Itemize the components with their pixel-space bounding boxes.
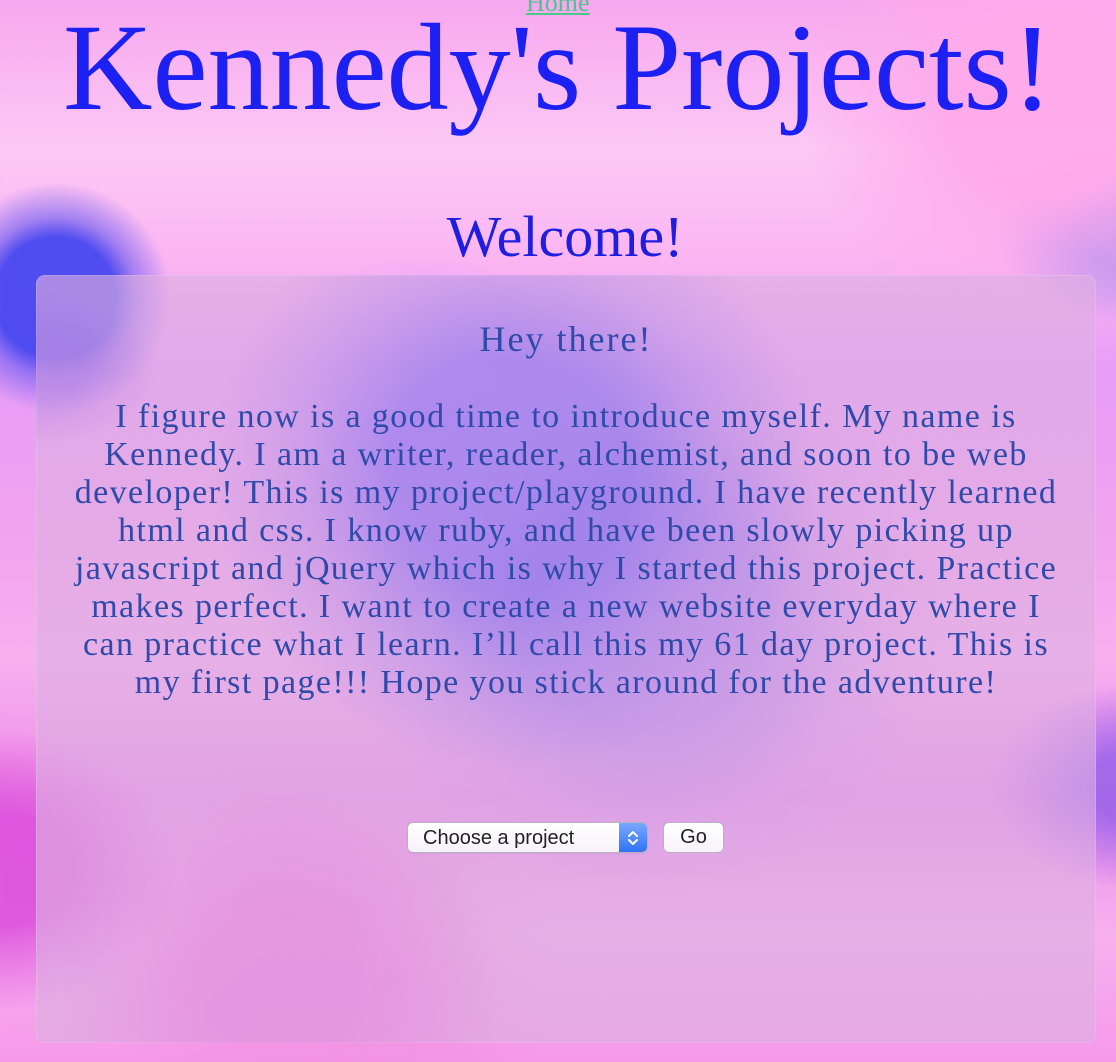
project-select[interactable]: Choose a project [407,822,648,853]
site-title: Kennedy's Projects! [62,0,1053,136]
project-select-value: Choose a project [423,827,575,849]
go-button[interactable]: Go [663,822,724,853]
chevron-up-down-icon[interactable] [619,823,647,852]
intro-panel: Hey there! I figure now is a good time t… [36,275,1096,1043]
intro-heading: Hey there! [479,319,653,359]
intro-text: I figure now is a good time to introduce… [74,398,1058,701]
welcome-heading: Welcome! [446,204,684,269]
